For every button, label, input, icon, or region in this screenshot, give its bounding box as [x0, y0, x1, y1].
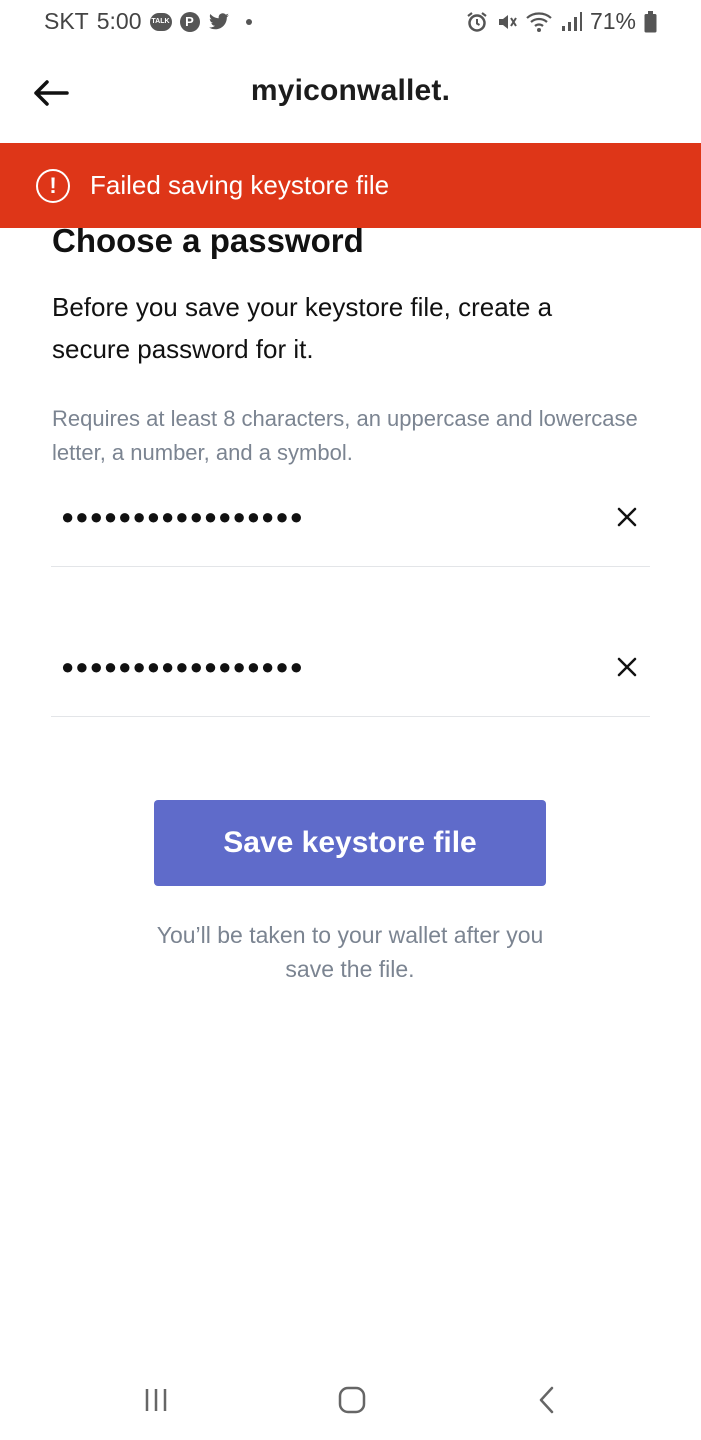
- battery-icon: [644, 10, 657, 33]
- password-masked-value[interactable]: ●●●●●●●●●●●●●●●●●: [61, 504, 304, 530]
- mute-icon: [496, 11, 518, 33]
- status-bar-left: SKT 5:00 TALK P: [44, 8, 252, 35]
- twitter-icon: [208, 12, 230, 31]
- password-requirements-hint: Requires at least 8 characters, an upper…: [52, 406, 638, 465]
- app-logo: myiconwallet.: [250, 74, 451, 107]
- system-nav-bar: [0, 1360, 701, 1440]
- clear-confirm-password-button[interactable]: [612, 652, 642, 682]
- error-message: Failed saving keystore file: [90, 170, 390, 200]
- back-nav-icon: [539, 1386, 554, 1414]
- password-field[interactable]: ●●●●●●●●●●●●●●●●●: [51, 490, 650, 567]
- dot-icon: [245, 18, 252, 25]
- recent-apps-button[interactable]: [131, 1380, 181, 1420]
- exclamation-circle-icon: !: [36, 168, 70, 203]
- clock: 5:00: [96, 8, 142, 34]
- confirm-password-masked-value[interactable]: ●●●●●●●●●●●●●●●●●: [61, 654, 304, 680]
- redirect-note: You’ll be taken to your wallet after you…: [156, 922, 544, 982]
- clear-password-button[interactable]: [612, 502, 642, 532]
- alarm-icon: [466, 11, 488, 33]
- signal-icon: [560, 11, 582, 33]
- pinterest-icon: P: [179, 11, 200, 32]
- carrier-label: SKT: [44, 8, 89, 34]
- home-button[interactable]: [327, 1380, 377, 1420]
- battery-percent: 71%: [589, 8, 636, 34]
- close-icon: [617, 507, 637, 527]
- save-keystore-button[interactable]: Save keystore file: [154, 800, 546, 886]
- status-bar-right: 71%: [466, 8, 657, 35]
- kakaotalk-icon: TALK: [149, 12, 172, 31]
- error-banner: ! Failed saving keystore file: [0, 143, 701, 228]
- page-subtitle: Before you save your keystore file, crea…: [52, 292, 553, 364]
- close-icon: [617, 657, 637, 677]
- status-bar: SKT 5:00 TALK P 71%: [0, 0, 701, 42]
- page-title: Choose a password: [52, 222, 364, 259]
- confirm-password-field[interactable]: ●●●●●●●●●●●●●●●●●: [51, 640, 650, 717]
- nav-back-button[interactable]: [523, 1380, 573, 1420]
- home-icon: [338, 1386, 366, 1414]
- recent-apps-icon: [145, 1389, 167, 1411]
- wifi-icon: [526, 11, 552, 33]
- app-header: myiconwallet.: [0, 50, 701, 135]
